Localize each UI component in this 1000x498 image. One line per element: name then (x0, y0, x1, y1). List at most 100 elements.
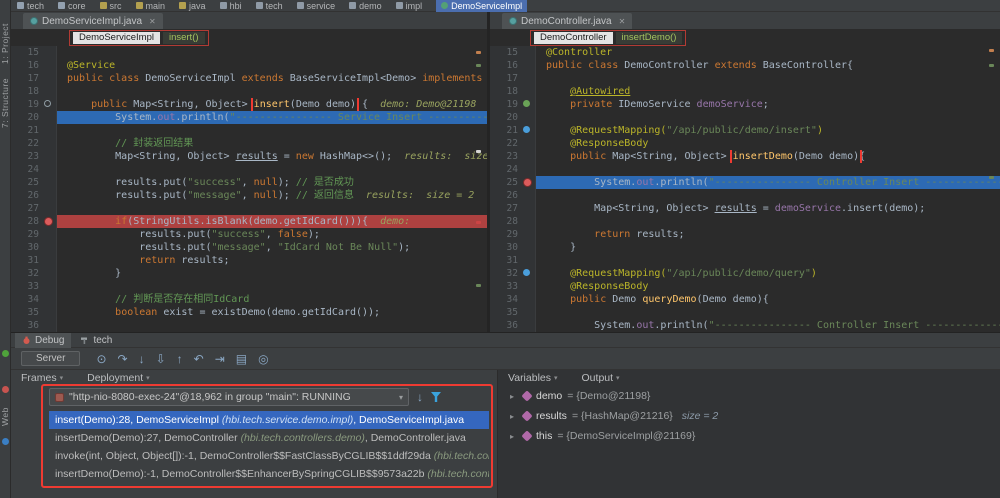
code-text[interactable]: boolean exist = existDemo(demo.getIdCard… (57, 306, 487, 319)
code-text[interactable]: public Map<String, Object> insertDemo(De… (536, 150, 1000, 163)
editor-gutter[interactable]: 16 (11, 59, 57, 72)
code-text[interactable] (536, 215, 1000, 228)
editor-gutter[interactable]: 18 (11, 85, 57, 98)
editor-tab-demoserviceimpl[interactable]: DemoServiceImpl.java ✕ (23, 13, 163, 29)
code-text[interactable]: public class DemoController extends Base… (536, 59, 1000, 72)
navbar-item[interactable]: hbi (220, 0, 242, 11)
code-text[interactable] (57, 124, 487, 137)
scrollbar-mark[interactable] (989, 49, 994, 52)
stack-frame-row[interactable]: invoke(int, Object, Object[]):-1, DemoCo… (49, 447, 489, 465)
navbar-item[interactable]: tech (17, 0, 44, 11)
editor-gutter[interactable]: 31 (11, 254, 57, 267)
spring-bean-icon[interactable] (523, 100, 530, 107)
code-text[interactable]: results.put("message", null); // 返回信息 re… (57, 189, 487, 202)
breadcrumb-method[interactable]: insertDemo() (616, 32, 683, 44)
editor-gutter[interactable]: 27 (490, 202, 536, 215)
code-text[interactable]: @Controller (536, 46, 1000, 59)
breadcrumb-class[interactable]: DemoServiceImpl (73, 32, 160, 44)
navbar-item[interactable]: tech (256, 0, 283, 11)
editor-gutter[interactable]: 15 (490, 46, 536, 59)
code-text[interactable]: return results; (536, 228, 1000, 241)
scrollbar-mark[interactable] (989, 176, 994, 179)
editor-gutter[interactable]: 32 (11, 267, 57, 280)
code-text[interactable]: return results; (57, 254, 487, 267)
thread-selector-dropdown[interactable]: "http-nio-8080-exec-24"@18,962 in group … (49, 388, 409, 406)
implementing-method-icon[interactable] (44, 100, 51, 107)
navbar-item[interactable]: src (100, 0, 122, 11)
request-mapping-icon[interactable] (523, 269, 530, 276)
jrebel-tool-icon[interactable] (2, 438, 9, 445)
code-text[interactable] (536, 306, 1000, 319)
breadcrumb-class[interactable]: DemoController (534, 32, 613, 44)
editor-gutter[interactable]: 25 (11, 176, 57, 189)
drop-frame-icon[interactable]: ↶ (194, 353, 204, 365)
scrollbar-mark[interactable] (476, 51, 481, 54)
code-text[interactable] (57, 202, 487, 215)
stack-frame-row[interactable]: insertDemo(Demo):27, DemoController (hbi… (49, 429, 489, 447)
editor-gutter[interactable]: 32 (490, 267, 536, 280)
step-over-icon[interactable]: ↷ (118, 353, 128, 365)
editor-gutter[interactable]: 28 (11, 215, 57, 228)
code-editor-left[interactable]: 1516@Service17public class DemoServiceIm… (11, 46, 487, 332)
editor-gutter[interactable]: 26 (490, 189, 536, 202)
code-text[interactable] (57, 163, 487, 176)
code-text[interactable]: // 判断是否存在相同IdCard (57, 293, 487, 306)
editor-gutter[interactable]: 20 (490, 111, 536, 124)
navbar-item[interactable]: java (179, 0, 206, 11)
stack-frame-row[interactable]: insertDemo(Demo):-1, DemoController$$Enh… (49, 465, 489, 483)
editor-gutter[interactable]: 21 (490, 124, 536, 137)
run-tool-icon[interactable] (2, 350, 9, 357)
editor-gutter[interactable]: 31 (490, 254, 536, 267)
code-text[interactable]: @Service (57, 59, 487, 72)
editor-gutter[interactable]: 36 (490, 319, 536, 332)
code-editor-right[interactable]: 15@Controller16public class DemoControll… (490, 46, 1000, 332)
code-text[interactable]: System.out.println("---------------- Con… (536, 319, 1000, 332)
editor-gutter[interactable]: 21 (11, 124, 57, 137)
breakpoint-icon[interactable] (523, 178, 532, 187)
code-text[interactable]: @ResponseBody (536, 137, 1000, 150)
editor-gutter[interactable]: 17 (490, 72, 536, 85)
tab-frames[interactable]: Frames ▾ (21, 372, 63, 384)
scrollbar-mark[interactable] (476, 221, 481, 224)
editor-gutter[interactable]: 30 (11, 241, 57, 254)
code-text[interactable]: @RequestMapping("/api/public/demo/query"… (536, 267, 1000, 280)
editor-gutter[interactable]: 24 (490, 163, 536, 176)
editor-gutter[interactable]: 19 (490, 98, 536, 111)
variable-row[interactable]: ▸demo = {Demo@21198} (498, 386, 1000, 406)
scrollbar-mark[interactable] (476, 150, 481, 153)
variable-row[interactable]: ▸results = {HashMap@21216} size = 2 (498, 406, 1000, 426)
close-icon[interactable]: ✕ (619, 17, 626, 26)
code-text[interactable]: @ResponseBody (536, 280, 1000, 293)
code-text[interactable]: results.put("message", "IdCard Not Be Nu… (57, 241, 487, 254)
editor-gutter[interactable]: 23 (11, 150, 57, 163)
tab-deployment[interactable]: Deployment ▾ (87, 372, 150, 384)
scrollbar-mark[interactable] (989, 64, 994, 67)
editor-tab-democontroller[interactable]: DemoController.java ✕ (502, 13, 632, 29)
navbar-item[interactable]: impl (396, 0, 423, 11)
editor-gutter[interactable]: 30 (490, 241, 536, 254)
editor-gutter[interactable]: 34 (11, 293, 57, 306)
editor-gutter[interactable]: 25 (490, 176, 536, 189)
tab-debug[interactable]: Debug (15, 333, 71, 348)
code-text[interactable] (536, 72, 1000, 85)
navbar-selected-item[interactable]: DemoServiceImpl (436, 0, 527, 12)
editor-gutter[interactable]: 19 (11, 98, 57, 111)
code-text[interactable]: @Autowired (536, 85, 1000, 98)
evaluate-expression-icon[interactable]: ▤ (236, 353, 247, 365)
server-tab[interactable]: Server (21, 351, 80, 366)
tool-button-project[interactable]: 1: Project (0, 12, 11, 64)
editor-gutter[interactable]: 34 (490, 293, 536, 306)
down-arrow-icon[interactable]: ↓ (417, 391, 423, 403)
breadcrumb-method[interactable]: insert() (163, 32, 205, 44)
navbar-item[interactable]: demo (349, 0, 382, 11)
code-text[interactable]: } (57, 267, 487, 280)
code-text[interactable] (536, 254, 1000, 267)
stack-frame-row[interactable]: insert(Demo):28, DemoServiceImpl (hbi.te… (49, 411, 489, 429)
editor-gutter[interactable]: 26 (11, 189, 57, 202)
code-text[interactable]: public Map<String, Object> insert(Demo d… (57, 98, 487, 111)
code-text[interactable]: results.put("success", false); (57, 228, 487, 241)
mute-breakpoints-icon[interactable]: ◎ (258, 353, 268, 365)
code-text[interactable]: System.out.println("---------------- Con… (536, 176, 1000, 189)
close-icon[interactable]: ✕ (149, 17, 156, 26)
editor-gutter[interactable]: 22 (490, 137, 536, 150)
